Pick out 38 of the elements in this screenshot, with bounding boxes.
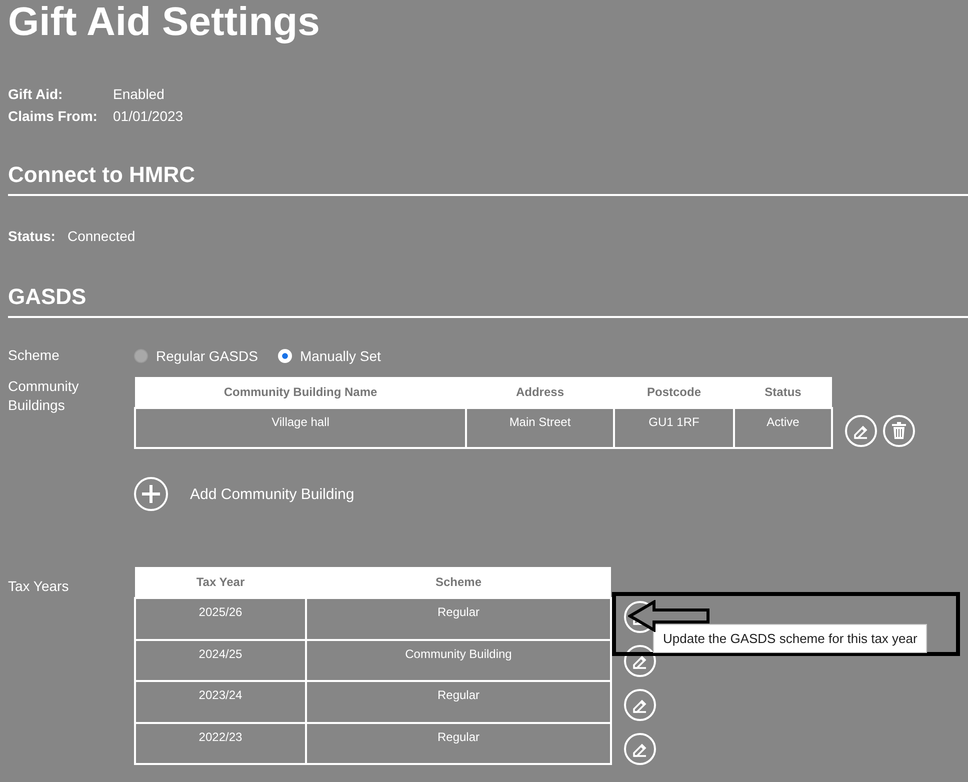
detail-value: Enabled [113, 86, 166, 102]
radio-button[interactable] [134, 348, 148, 362]
column-header: Tax Year [135, 567, 306, 598]
section-heading: GASDS [8, 284, 968, 318]
table-cell: Main Street [466, 408, 614, 448]
section-heading: Connect to HMRC [8, 162, 968, 196]
table-cell: Active [734, 408, 832, 448]
table-cell: Community Building [306, 640, 611, 681]
table-cell: 2024/25 [135, 640, 306, 681]
table-cell: 2022/23 [135, 722, 306, 764]
trash-icon [891, 422, 907, 440]
column-header: Postcode [614, 377, 734, 408]
detail-label: Gift Aid: [8, 86, 64, 102]
column-header: Community Building Name [135, 377, 466, 408]
detail-label: Claims From: [8, 108, 98, 124]
add-community-building-button[interactable]: Add Community Building [134, 477, 354, 511]
status-value: Connected [67, 228, 136, 244]
delete-button[interactable] [883, 415, 915, 447]
table-cell: Regular [306, 681, 611, 722]
field-label: Tax Years [8, 577, 70, 596]
table-cell: Village hall [135, 408, 466, 448]
field-label: Community Buildings [8, 377, 80, 415]
table-cell: 2025/26 [135, 598, 306, 640]
table-cell: Regular [306, 598, 611, 640]
table-cell: GU1 1RF [614, 408, 734, 448]
field-label: Scheme [8, 346, 60, 365]
status-label: Status: [8, 228, 56, 244]
radio-label: Manually Set [300, 348, 381, 364]
tooltip: Update the GASDS scheme for this tax year [653, 624, 928, 653]
column-header: Address [466, 377, 614, 408]
page-title: Gift Aid Settings [8, 0, 321, 44]
plus-icon [141, 484, 161, 504]
table-cell: 2023/24 [135, 681, 306, 722]
detail-value: 01/01/2023 [113, 108, 184, 124]
column-header: Scheme [306, 567, 611, 598]
table-cell: Regular [306, 722, 611, 764]
column-header: Status [734, 377, 832, 408]
radio-label: Regular GASDS [156, 348, 258, 364]
